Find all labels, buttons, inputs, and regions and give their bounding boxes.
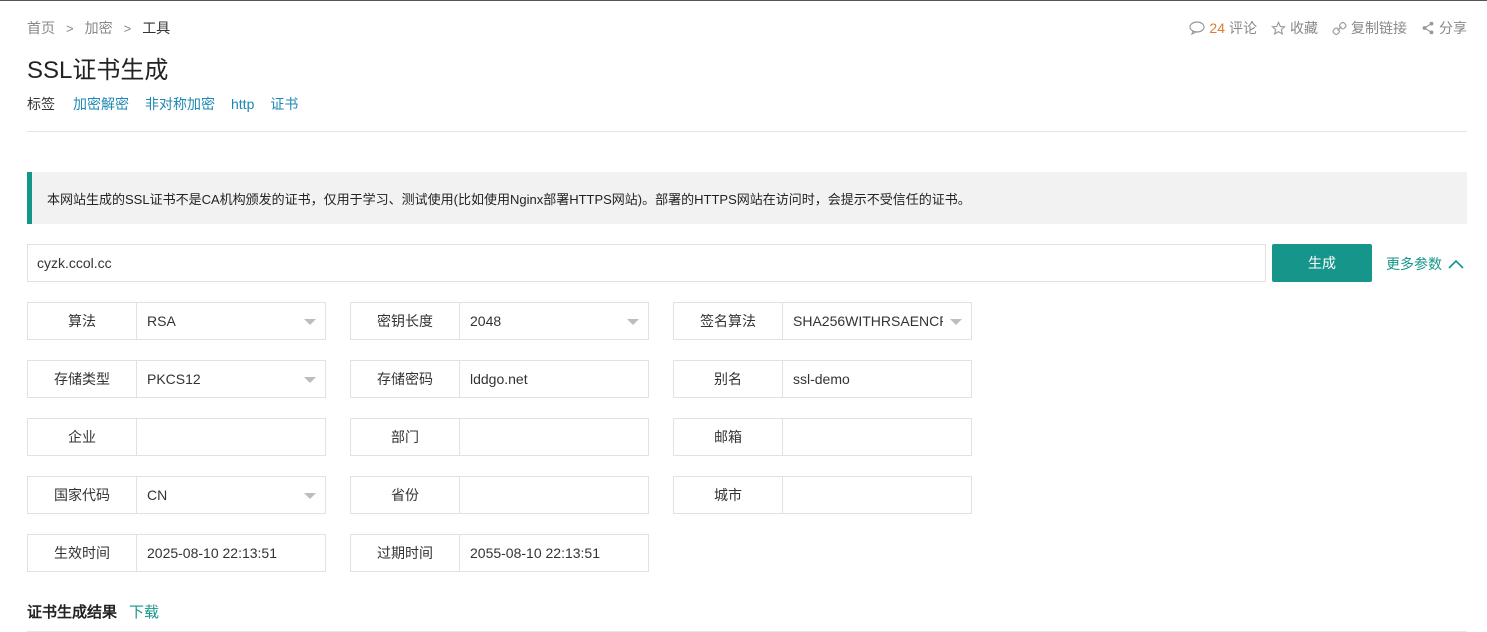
share-action[interactable]: 分享 (1421, 18, 1467, 38)
comment-count: 24 (1209, 20, 1225, 36)
country-label: 国家代码 (28, 477, 137, 513)
dropdown-arrow-icon (304, 377, 316, 383)
alias-value: ssl-demo (793, 371, 850, 387)
share-label: 分享 (1439, 20, 1467, 36)
province-label: 省份 (351, 477, 460, 513)
dropdown-arrow-icon (627, 319, 639, 325)
company-input[interactable] (137, 419, 325, 455)
store-type-select[interactable]: PKCS12 (137, 361, 325, 397)
page-actions: 24 评论 收藏 复制链接 分享 (1175, 18, 1467, 38)
breadcrumb-tools: 工具 (142, 20, 171, 36)
city-field: 城市 (673, 476, 972, 514)
algorithm-select[interactable]: RSA (137, 303, 325, 339)
breadcrumb-crypto[interactable]: 加密 (85, 18, 113, 38)
favorite-label: 收藏 (1290, 20, 1318, 36)
share-icon (1422, 21, 1434, 35)
comment-action[interactable]: 24 评论 (1189, 18, 1257, 38)
breadcrumb-home[interactable]: 首页 (27, 18, 55, 38)
key-length-select[interactable]: 2048 (460, 303, 648, 339)
favorite-action[interactable]: 收藏 (1271, 18, 1318, 38)
valid-from-value: 2025-08-10 22:13:51 (147, 545, 277, 561)
country-field: 国家代码 CN (27, 476, 326, 514)
province-input[interactable] (460, 477, 648, 513)
comment-label: 评论 (1229, 20, 1257, 36)
notice-text: 本网站生成的SSL证书不是CA机构颁发的证书，仅用于学习、测试使用(比如使用Ng… (47, 191, 971, 207)
store-password-value: lddgo.net (470, 371, 528, 387)
algorithm-field: 算法 RSA (27, 302, 326, 340)
star-icon (1271, 20, 1286, 35)
department-input[interactable] (460, 419, 648, 455)
key-length-field: 密钥长度 2048 (350, 302, 649, 340)
email-field: 邮箱 (673, 418, 972, 456)
valid-from-label: 生效时间 (28, 535, 137, 571)
sig-algorithm-select[interactable]: SHA256WITHRSAENCR (783, 303, 971, 339)
key-length-value: 2048 (470, 313, 502, 329)
company-field: 企业 (27, 418, 326, 456)
generate-label: 生成 (1308, 255, 1336, 271)
result-title: 证书生成结果 (27, 604, 118, 621)
valid-to-input[interactable]: 2055-08-10 22:13:51 (460, 535, 648, 571)
domain-input-value: cyzk.ccol.cc (37, 255, 112, 271)
top-border (0, 0, 1487, 1)
dropdown-arrow-icon (950, 319, 962, 325)
breadcrumb: 首页 > 加密 > 工具 (27, 18, 170, 38)
country-value: CN (147, 487, 168, 503)
result-header: 证书生成结果 下载 (27, 601, 159, 622)
more-params-toggle[interactable]: 更多参数 (1386, 254, 1464, 274)
tags-label: 标签 (27, 96, 55, 112)
dropdown-arrow-icon (304, 319, 316, 325)
tag-list: 标签 加密解密 非对称加密 http 证书 (27, 94, 314, 114)
alias-label: 别名 (674, 361, 783, 397)
store-type-value: PKCS12 (147, 371, 201, 387)
company-label: 企业 (28, 419, 137, 455)
breadcrumb-separator: > (66, 20, 74, 36)
province-field: 省份 (350, 476, 649, 514)
store-password-label: 存储密码 (351, 361, 460, 397)
country-select[interactable]: CN (137, 477, 325, 513)
valid-to-label: 过期时间 (351, 535, 460, 571)
algorithm-label: 算法 (28, 303, 137, 339)
download-link[interactable]: 下载 (129, 601, 159, 622)
email-label: 邮箱 (674, 419, 783, 455)
key-length-label: 密钥长度 (351, 303, 460, 339)
department-label: 部门 (351, 419, 460, 455)
store-password-field: 存储密码 lddgo.net (350, 360, 649, 398)
alias-field: 别名 ssl-demo (673, 360, 972, 398)
breadcrumb-separator: > (123, 20, 132, 36)
algorithm-value: RSA (147, 313, 176, 329)
store-type-field: 存储类型 PKCS12 (27, 360, 326, 398)
more-params-label: 更多参数 (1386, 256, 1442, 272)
link-icon (1332, 21, 1347, 35)
tag-link[interactable]: 证书 (270, 94, 298, 114)
city-label: 城市 (674, 477, 783, 513)
copy-link-action[interactable]: 复制链接 (1332, 18, 1407, 38)
page-title: SSL证书生成 (27, 57, 169, 84)
valid-to-field: 过期时间 2055-08-10 22:13:51 (350, 534, 649, 572)
department-field: 部门 (350, 418, 649, 456)
sig-algorithm-value: SHA256WITHRSAENCR (793, 313, 943, 329)
valid-from-input[interactable]: 2025-08-10 22:13:51 (137, 535, 325, 571)
store-password-input[interactable]: lddgo.net (460, 361, 648, 397)
tag-link[interactable]: http (231, 96, 254, 112)
copy-link-label: 复制链接 (1351, 20, 1407, 36)
generate-button[interactable]: 生成 (1272, 244, 1372, 282)
dropdown-arrow-icon (304, 493, 316, 499)
alias-input[interactable]: ssl-demo (783, 361, 971, 397)
sig-algorithm-field: 签名算法 SHA256WITHRSAENCR (673, 302, 972, 340)
chevron-up-icon (1448, 259, 1464, 269)
header-divider (27, 131, 1467, 132)
domain-input[interactable]: cyzk.ccol.cc (27, 244, 1266, 282)
sig-algorithm-label: 签名算法 (674, 303, 783, 339)
city-input[interactable] (783, 477, 971, 513)
valid-to-value: 2055-08-10 22:13:51 (470, 545, 600, 561)
valid-from-field: 生效时间 2025-08-10 22:13:51 (27, 534, 326, 572)
tag-link[interactable]: 非对称加密 (145, 94, 215, 114)
email-input[interactable] (783, 419, 971, 455)
store-type-label: 存储类型 (28, 361, 137, 397)
notice-box: 本网站生成的SSL证书不是CA机构颁发的证书，仅用于学习、测试使用(比如使用Ng… (27, 172, 1467, 224)
tag-link[interactable]: 加密解密 (73, 94, 129, 114)
comment-icon (1189, 21, 1206, 35)
